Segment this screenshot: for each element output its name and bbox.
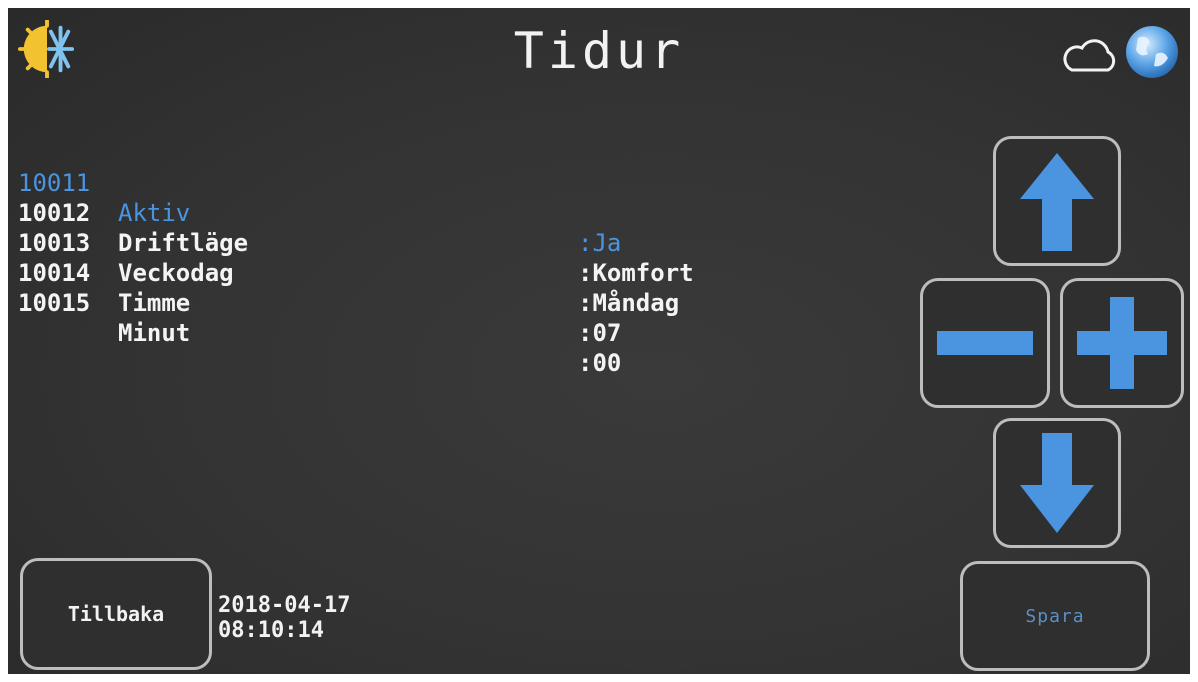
plus-button[interactable] — [1060, 278, 1184, 408]
param-row-aktiv[interactable]: 10011 Aktiv :Ja — [18, 138, 818, 257]
plus-icon — [1077, 297, 1167, 389]
param-value: :Måndag — [578, 289, 680, 317]
minus-button[interactable] — [920, 278, 1050, 408]
page-title: Tidur — [513, 22, 685, 80]
save-button[interactable]: Spara — [960, 561, 1150, 671]
down-button[interactable] — [993, 418, 1121, 548]
arrow-up-icon — [1020, 153, 1094, 251]
minus-icon — [937, 331, 1033, 355]
screen: Tidur 10011 Aktiv :Ja 10012 Driftläge :K… — [8, 8, 1190, 674]
parameter-list: 10011 Aktiv :Ja 10012 Driftläge :Komfort… — [18, 138, 818, 377]
param-value: :07 — [578, 319, 622, 347]
time-text: 08:10:14 — [218, 618, 324, 643]
param-row-driftlage[interactable]: 10012 Driftläge :Komfort — [18, 168, 818, 287]
param-row-veckodag[interactable]: 10013 Veckodag :Måndag — [18, 198, 818, 317]
param-value: :00 — [578, 349, 622, 377]
arrow-down-icon — [1020, 433, 1094, 533]
datetime: 2018-04-17 08:10:14 — [218, 593, 350, 643]
param-name: Timme — [118, 289, 191, 317]
up-button[interactable] — [993, 136, 1121, 266]
param-row-timme[interactable]: 10014 Timme :07 — [18, 228, 818, 347]
back-button[interactable]: Tillbaka — [20, 558, 212, 670]
date-text: 2018-04-17 — [218, 593, 351, 618]
cloud-icon[interactable] — [1058, 36, 1122, 76]
globe-icon[interactable] — [1124, 24, 1180, 80]
param-id: 10015 — [18, 289, 91, 317]
param-row-minut[interactable]: 10015 Minut :00 — [18, 258, 818, 377]
param-name: Minut — [118, 319, 191, 347]
